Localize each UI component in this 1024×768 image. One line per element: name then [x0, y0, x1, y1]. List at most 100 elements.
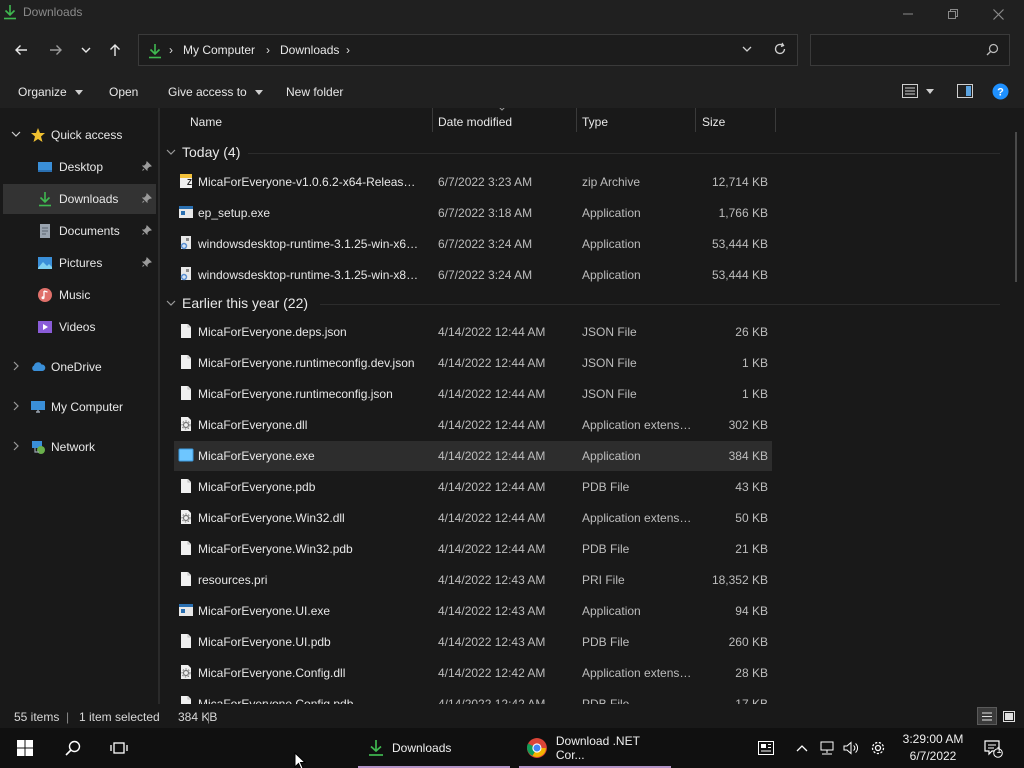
file-row[interactable]: MicaForEveryone.Config.dll 4/14/2022 12:4…	[174, 658, 772, 688]
file-row[interactable]: MicaForEveryone.deps.json 4/14/2022 12:44…	[174, 317, 772, 347]
file-row[interactable]: ep_setup.exe 6/7/2022 3:18 AM Application 1…	[174, 198, 772, 228]
star-icon	[30, 127, 46, 143]
file-row[interactable]: MicaForEveryone.UI.exe 4/14/2022 12:43 AM…	[174, 596, 772, 626]
help-button[interactable]: ?	[992, 83, 1009, 100]
scrollbar-thumb[interactable]	[1015, 132, 1017, 282]
refresh-icon[interactable]	[773, 42, 787, 56]
file-row[interactable]: MicaForEveryone.dll 4/14/2022 12:44 AM App…	[174, 410, 772, 440]
volume-button[interactable]	[840, 728, 862, 768]
address-bar[interactable]: › My Computer › Downloads ›	[138, 34, 798, 66]
navigation-row: › My Computer › Downloads ›	[0, 28, 1024, 72]
file-type: Application	[582, 449, 641, 463]
chevron-right-icon[interactable]	[11, 441, 21, 451]
preview-pane-button[interactable]	[957, 84, 973, 98]
pin-icon[interactable]	[142, 193, 152, 203]
clock[interactable]: 3:29:00 AM 6/7/2022	[896, 731, 970, 765]
chevron-right-icon[interactable]	[11, 401, 21, 411]
nav-downloads[interactable]: Downloads	[3, 184, 156, 214]
column-divider[interactable]	[695, 108, 696, 132]
file-row[interactable]: MicaForEveryone.runtimeconfig.json 4/14/2…	[174, 379, 772, 409]
file-row[interactable]: windowsdesktop-runtime-3.1.25-win-x64.ex…	[174, 229, 772, 259]
sort-indicator-icon	[498, 108, 506, 111]
file-row[interactable]: MicaForEveryone.Config.pdb 4/14/2022 12:4…	[174, 689, 772, 704]
close-button[interactable]	[988, 4, 1008, 24]
pin-icon[interactable]	[142, 225, 152, 235]
breadcrumb-downloads[interactable]: Downloads	[280, 43, 339, 57]
pin-icon[interactable]	[142, 257, 152, 267]
file-name: windowsdesktop-runtime-3.1.25-win-x64.ex…	[198, 237, 420, 251]
back-button[interactable]	[10, 39, 32, 61]
file-list[interactable]: Name Date modified Type Size Today (4) Z…	[160, 108, 1016, 704]
large-icons-view-button[interactable]	[999, 707, 1019, 725]
file-type: Application	[582, 206, 641, 220]
taskbar-explorer-label: Downloads	[392, 741, 452, 755]
show-hidden-icons-button[interactable]	[792, 728, 812, 768]
chevron-right-icon[interactable]	[11, 361, 21, 371]
give-access-button[interactable]: Give access to	[168, 85, 263, 99]
maximize-button[interactable]	[943, 4, 963, 24]
nav-pictures[interactable]: Pictures	[3, 248, 156, 278]
nav-videos[interactable]: Videos	[3, 312, 156, 342]
file-row[interactable]: MicaForEveryone.pdb 4/14/2022 12:44 AM PDB…	[174, 472, 772, 502]
computer-icon	[30, 399, 46, 415]
search-input[interactable]	[819, 42, 979, 56]
file-row[interactable]: windowsdesktop-runtime-3.1.25-win-x86.ex…	[174, 260, 772, 290]
column-divider[interactable]	[775, 108, 776, 132]
nav-quick-access[interactable]: Quick access	[3, 120, 156, 150]
nav-my-computer[interactable]: My Computer	[3, 392, 156, 422]
nav-desktop[interactable]: Desktop	[3, 152, 156, 182]
taskbar-explorer[interactable]: Downloads	[358, 728, 510, 768]
organize-button[interactable]: Organize	[18, 85, 83, 99]
group-header-today[interactable]: Today (4)	[166, 144, 240, 160]
file-row[interactable]: MicaForEveryone.exe 4/14/2022 12:44 AM App…	[174, 441, 772, 471]
column-name[interactable]: Name	[190, 115, 222, 129]
breadcrumb-chevron-icon[interactable]: ›	[346, 43, 350, 57]
nav-network[interactable]: Network	[3, 432, 156, 462]
column-type[interactable]: Type	[582, 115, 608, 129]
news-widget-button[interactable]	[754, 728, 778, 768]
file-type: PDB File	[582, 697, 630, 704]
address-dropdown-icon[interactable]	[741, 43, 753, 55]
file-size: 384 KB	[728, 449, 768, 463]
open-button[interactable]: Open	[109, 85, 138, 99]
taskbar-chrome[interactable]: Download .NET Cor...	[519, 728, 671, 768]
breadcrumb-chevron-icon[interactable]: ›	[266, 43, 270, 57]
notification-center-button[interactable]: 1	[980, 728, 1006, 768]
nav-onedrive[interactable]: OneDrive	[3, 352, 156, 382]
column-divider[interactable]	[432, 108, 433, 132]
item-count: 55 items	[14, 710, 60, 724]
file-row[interactable]: MicaForEveryone.UI.pdb 4/14/2022 12:43 AM…	[174, 627, 772, 657]
recent-locations-button[interactable]	[75, 39, 97, 61]
change-view-button[interactable]	[902, 84, 934, 98]
file-row[interactable]: MicaForEveryone.runtimeconfig.dev.json 4/…	[174, 348, 772, 378]
network-tray-button[interactable]	[816, 728, 838, 768]
column-date-modified[interactable]: Date modified	[438, 115, 512, 129]
forward-button[interactable]	[45, 39, 67, 61]
file-row[interactable]: Z MicaForEveryone-v1.0.6.2-x64-Release.zi…	[174, 167, 772, 197]
minimize-button[interactable]	[898, 4, 918, 24]
nav-music[interactable]: Music	[3, 280, 156, 310]
breadcrumb-my-computer[interactable]: My Computer	[183, 43, 255, 57]
start-button[interactable]	[12, 728, 38, 768]
new-folder-button[interactable]: New folder	[286, 85, 343, 99]
nav-label: Music	[59, 288, 91, 302]
column-size[interactable]: Size	[702, 115, 725, 129]
search-box[interactable]	[810, 34, 1010, 66]
column-divider[interactable]	[576, 108, 577, 132]
file-row[interactable]: MicaForEveryone.Win32.dll 4/14/2022 12:44…	[174, 503, 772, 533]
file-row[interactable]: MicaForEveryone.Win32.pdb 4/14/2022 12:44…	[174, 534, 772, 564]
search-button[interactable]	[60, 728, 86, 768]
file-row[interactable]: resources.pri 4/14/2022 12:43 AM PRI File 1…	[174, 565, 772, 595]
vertical-scrollbar[interactable]	[1015, 112, 1018, 702]
breadcrumb-chevron-icon[interactable]: ›	[169, 43, 173, 57]
group-header-earlier[interactable]: Earlier this year (22)	[166, 295, 308, 311]
chevron-down-icon[interactable]	[11, 129, 21, 139]
settings-tray-button[interactable]	[867, 728, 889, 768]
search-icon[interactable]	[986, 43, 999, 56]
details-view-button[interactable]	[977, 707, 997, 725]
nav-documents[interactable]: Documents	[3, 216, 156, 246]
up-button[interactable]	[104, 39, 126, 61]
file-size: 302 KB	[728, 418, 768, 432]
task-view-button[interactable]	[106, 728, 132, 768]
pin-icon[interactable]	[142, 161, 152, 171]
